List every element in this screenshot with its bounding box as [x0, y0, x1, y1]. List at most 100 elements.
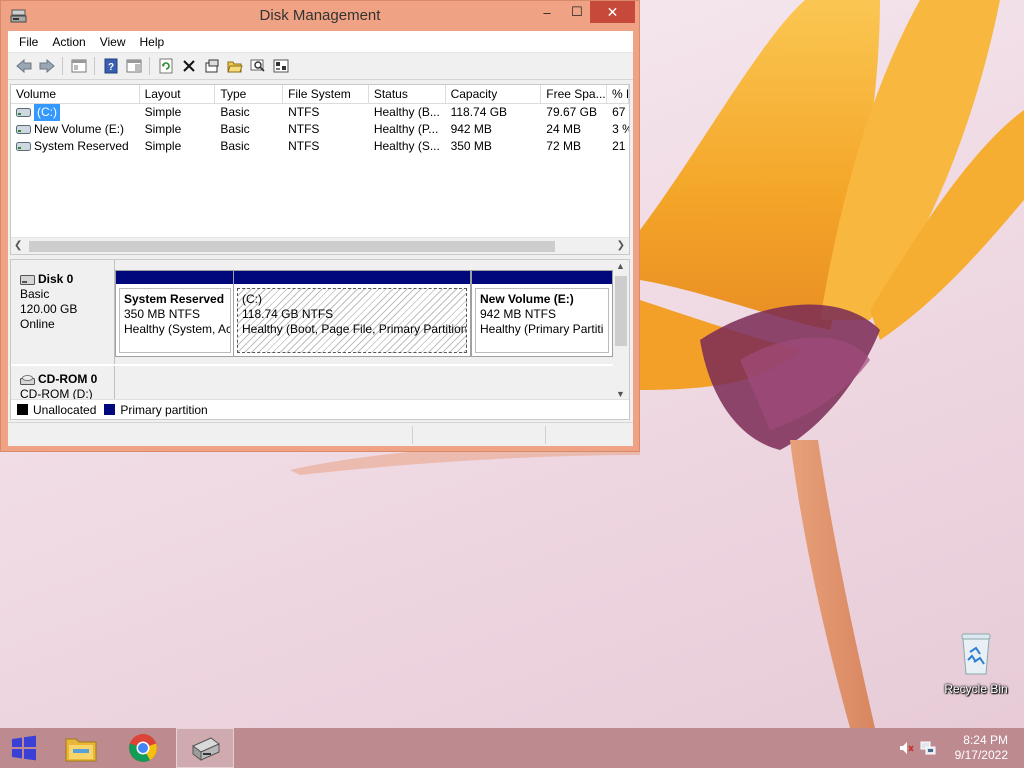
volume-list[interactable]: Volume Layout Type File System Status Ca… — [10, 84, 630, 255]
volume-status: Healthy (B... — [373, 105, 440, 119]
menu-bar: File Action View Help — [8, 31, 633, 53]
back-icon[interactable] — [12, 55, 35, 77]
column-capacity[interactable]: Capacity — [446, 85, 542, 103]
scroll-thumb[interactable] — [615, 276, 627, 346]
partition-name: (C:) — [242, 292, 262, 306]
clock-time: 8:24 PM — [963, 733, 1008, 747]
partition-size: 118.74 GB NTFS — [242, 307, 334, 321]
minimize-button[interactable]: – — [533, 1, 561, 23]
help-icon[interactable]: ? — [99, 55, 122, 77]
volume-free-space: 79.67 GB — [546, 105, 597, 119]
volume-percent-free: 21 — [612, 139, 626, 153]
partition-bar — [234, 271, 470, 284]
volume-status: Healthy (S... — [373, 139, 440, 153]
delete-icon[interactable] — [177, 55, 200, 77]
partition-status: Healthy (Primary Partiti — [480, 322, 604, 336]
forward-icon[interactable] — [35, 55, 58, 77]
volume-type: Basic — [220, 122, 250, 136]
status-bar — [8, 422, 633, 446]
column-free-space[interactable]: Free Spa... — [541, 85, 608, 103]
vertical-scrollbar[interactable]: ▲ ▼ — [613, 260, 629, 401]
toolbar: ? — [8, 53, 633, 80]
hard-disk-icon — [20, 274, 35, 285]
menu-view[interactable]: View — [93, 31, 133, 53]
cdrom-0-row: CD-ROM 0 CD-ROM (D:) — [11, 366, 615, 401]
volume-percent-free: 3 % — [612, 122, 629, 136]
volume-layout: Simple — [144, 139, 182, 153]
partition-name: New Volume (E:) — [480, 292, 574, 306]
file-explorer-icon — [65, 738, 97, 762]
volume-capacity: 942 MB — [450, 122, 492, 136]
partition-status: Healthy (Boot, Page File, Primary Partit… — [242, 322, 467, 336]
scroll-thumb[interactable] — [29, 241, 555, 252]
properties-pane-icon[interactable] — [122, 55, 145, 77]
title-bar[interactable]: Disk Management – ☐ ✕ — [1, 1, 639, 31]
toolbar-separator — [94, 57, 95, 75]
maximize-button[interactable]: ☐ — [563, 1, 591, 23]
table-row[interactable]: New Volume (E:) Simple Basic NTFS Health… — [11, 121, 629, 138]
partition-status: Healthy (System, Ac — [124, 322, 231, 336]
disk-graphical-view: Disk 0 Basic 120.00 GB Online System Res… — [10, 259, 630, 420]
console-tree-icon[interactable] — [67, 55, 90, 77]
cdrom-icon — [20, 374, 35, 385]
column-file-system[interactable]: File System — [283, 85, 369, 103]
volume-percent-free: 67 — [612, 105, 626, 119]
legend: Unallocated Primary partition — [11, 399, 629, 419]
svg-text:?: ? — [107, 62, 113, 73]
disk-0-row: Disk 0 Basic 120.00 GB Online System Res… — [11, 260, 615, 364]
close-button[interactable]: ✕ — [590, 1, 635, 23]
search-icon[interactable] — [246, 55, 269, 77]
volume-free-space: 24 MB — [546, 122, 581, 136]
cdrom-0-info[interactable]: CD-ROM 0 CD-ROM (D:) — [11, 366, 115, 401]
menu-action[interactable]: Action — [45, 31, 92, 53]
column-status[interactable]: Status — [369, 85, 446, 103]
column-type[interactable]: Type — [215, 85, 284, 103]
taskbar-chrome[interactable] — [114, 728, 172, 768]
recycle-bin-label: Recycle Bin — [944, 682, 1008, 696]
recycle-bin-icon — [956, 630, 996, 676]
disk-size: 120.00 GB — [20, 302, 78, 316]
taskbar-file-explorer[interactable] — [52, 728, 110, 768]
volume-type: Basic — [220, 139, 250, 153]
partition-new-volume-e[interactable]: New Volume (E:) 942 MB NTFS Healthy (Pri… — [471, 270, 613, 357]
rescan-icon[interactable] — [269, 55, 292, 77]
column-volume[interactable]: Volume — [11, 85, 140, 103]
recycle-bin-shortcut[interactable]: Recycle Bin — [938, 630, 1014, 702]
table-row[interactable]: System Reserved Simple Basic NTFS Health… — [11, 138, 629, 155]
volume-type: Basic — [220, 105, 250, 119]
partition-bar — [116, 271, 234, 284]
horizontal-scrollbar[interactable]: ❮ ❯ — [11, 237, 629, 254]
scroll-left-icon[interactable]: ❮ — [14, 240, 22, 251]
table-row[interactable]: (C:) Simple Basic NTFS Healthy (B... 118… — [11, 104, 629, 121]
volume-capacity: 118.74 GB — [450, 105, 508, 119]
toolbar-separator — [62, 57, 63, 75]
volume-layout: Simple — [144, 122, 182, 136]
refresh-icon[interactable] — [154, 55, 177, 77]
menu-help[interactable]: Help — [133, 31, 172, 53]
open-icon[interactable] — [223, 55, 246, 77]
clock[interactable]: 8:24 PM 9/17/2022 — [928, 733, 1008, 763]
chrome-icon — [129, 734, 157, 762]
volume-free-space: 72 MB — [546, 139, 581, 153]
windows-logo-icon — [12, 735, 36, 761]
speaker-muted-icon[interactable] — [898, 740, 914, 756]
disk-name: Disk 0 — [38, 272, 74, 286]
partition-c[interactable]: (C:) 118.74 GB NTFS Healthy (Boot, Page … — [233, 270, 471, 357]
column-percent-free[interactable]: % F — [607, 85, 629, 103]
scroll-down-icon[interactable]: ▼ — [616, 389, 625, 399]
scroll-up-icon[interactable]: ▲ — [616, 261, 625, 271]
menu-file[interactable]: File — [12, 31, 45, 53]
disk-0-info[interactable]: Disk 0 Basic 120.00 GB Online — [11, 260, 115, 364]
disk-state: Online — [20, 317, 55, 331]
properties-icon[interactable] — [200, 55, 223, 77]
taskbar-disk-management[interactable] — [176, 728, 234, 768]
partition-bar — [472, 271, 612, 284]
start-button[interactable] — [0, 728, 48, 768]
column-layout[interactable]: Layout — [140, 85, 216, 103]
drive-icon — [16, 125, 31, 134]
volume-layout: Simple — [144, 105, 182, 119]
scroll-right-icon[interactable]: ❯ — [617, 240, 625, 251]
partition-system-reserved[interactable]: System Reserved 350 MB NTFS Healthy (Sys… — [115, 270, 235, 357]
legend-swatch-primary — [104, 404, 116, 415]
disk-management-icon — [192, 737, 220, 761]
